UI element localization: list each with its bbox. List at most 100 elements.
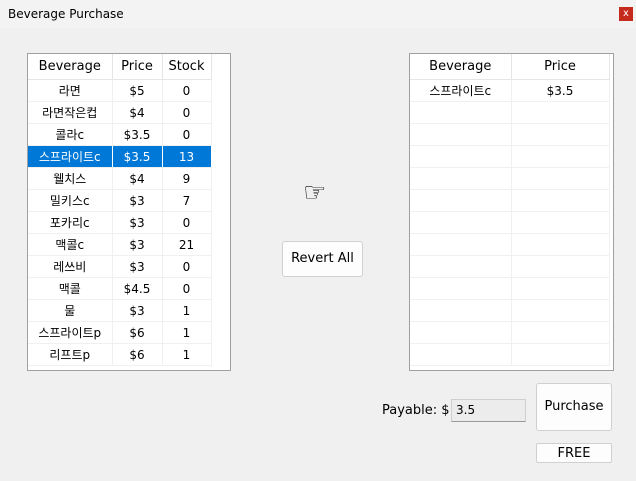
table-row[interactable] [410, 299, 610, 322]
beverage-cell[interactable] [410, 277, 512, 300]
beverage-cell[interactable] [410, 101, 512, 124]
column-header-stock[interactable]: Stock [162, 54, 212, 80]
beverage-cell[interactable] [410, 255, 512, 278]
beverage-cell[interactable]: 밀키스c [28, 189, 113, 212]
stock-cell[interactable]: 1 [162, 321, 212, 344]
table-row[interactable]: 레쓰비 $3 0 [28, 255, 212, 278]
price-cell[interactable]: $3 [112, 255, 163, 278]
table-row[interactable]: 스프라이트c $3.5 [410, 79, 610, 102]
beverage-cell[interactable] [410, 211, 512, 234]
beverage-cell[interactable]: 스프라이트p [28, 321, 113, 344]
table-row[interactable] [410, 277, 610, 300]
stock-cell[interactable]: 0 [162, 79, 212, 102]
stock-cell[interactable]: 1 [162, 299, 212, 322]
column-header-beverage[interactable]: Beverage [410, 54, 512, 80]
revert-all-button[interactable]: Revert All [282, 241, 363, 277]
table-row[interactable]: 콜라c $3.5 0 [28, 123, 212, 146]
price-cell[interactable] [511, 167, 610, 190]
beverage-cell[interactable] [410, 343, 512, 366]
table-row[interactable] [410, 167, 610, 190]
stock-cell[interactable]: 0 [162, 101, 212, 124]
price-cell[interactable]: $4 [112, 101, 163, 124]
table-row[interactable]: 웰치스 $4 9 [28, 167, 212, 190]
price-cell[interactable] [511, 123, 610, 146]
beverage-cell[interactable]: 포카리c [28, 211, 113, 234]
table-row[interactable] [410, 101, 610, 124]
table-row[interactable] [410, 123, 610, 146]
table-row[interactable]: 라면 $5 0 [28, 79, 212, 102]
stock-cell[interactable]: 0 [162, 211, 212, 234]
price-cell[interactable]: $4.5 [112, 277, 163, 300]
stock-cell[interactable]: 13 [162, 145, 212, 168]
table-row[interactable]: 라면작은컵 $4 0 [28, 101, 212, 124]
table-row[interactable] [410, 145, 610, 168]
beverage-cell[interactable]: 스프라이트c [410, 79, 512, 102]
table-row[interactable] [410, 189, 610, 212]
beverage-cell[interactable]: 레쓰비 [28, 255, 113, 278]
price-cell[interactable] [511, 321, 610, 344]
price-cell[interactable] [511, 255, 610, 278]
beverage-cell[interactable] [410, 299, 512, 322]
price-cell[interactable]: $4 [112, 167, 163, 190]
price-cell[interactable] [511, 233, 610, 256]
free-button[interactable]: FREE [536, 443, 612, 463]
price-cell[interactable] [511, 189, 610, 212]
stock-cell[interactable]: 1 [162, 343, 212, 366]
beverage-cell[interactable] [410, 189, 512, 212]
table-row[interactable] [410, 233, 610, 256]
table-row[interactable]: 스프라이트p $6 1 [28, 321, 212, 344]
inventory-grid[interactable]: Beverage Price Stock 라면 $5 0 라면작은컵 $4 0 콜라c $3.… [27, 53, 231, 371]
beverage-cell[interactable] [410, 123, 512, 146]
table-row[interactable]: 리프트p $6 1 [28, 343, 212, 366]
table-row[interactable]: 스프라이트c $3.5 13 [28, 145, 212, 168]
column-header-price[interactable]: Price [112, 54, 163, 80]
column-header-price[interactable]: Price [511, 54, 610, 80]
beverage-cell[interactable]: 라면 [28, 79, 113, 102]
table-row[interactable] [410, 255, 610, 278]
beverage-cell[interactable]: 물 [28, 299, 113, 322]
price-cell[interactable] [511, 101, 610, 124]
stock-cell[interactable]: 0 [162, 277, 212, 300]
column-header-beverage[interactable]: Beverage [28, 54, 113, 80]
price-cell[interactable] [511, 343, 610, 366]
stock-cell[interactable]: 9 [162, 167, 212, 190]
table-row[interactable]: 포카리c $3 0 [28, 211, 212, 234]
table-row[interactable]: 맥콜c $3 21 [28, 233, 212, 256]
cart-grid[interactable]: Beverage Price 스프라이트c $3.5 [409, 53, 614, 371]
stock-cell[interactable]: 21 [162, 233, 212, 256]
beverage-cell[interactable] [410, 321, 512, 344]
price-cell[interactable]: $3.5 [112, 145, 163, 168]
stock-cell[interactable]: 0 [162, 255, 212, 278]
beverage-cell[interactable]: 스프라이트c [28, 145, 113, 168]
table-row[interactable]: 밀키스c $3 7 [28, 189, 212, 212]
beverage-cell[interactable]: 라면작은컵 [28, 101, 113, 124]
price-cell[interactable]: $3.5 [511, 79, 610, 102]
price-cell[interactable]: $6 [112, 321, 163, 344]
price-cell[interactable] [511, 145, 610, 168]
beverage-cell[interactable]: 리프트p [28, 343, 113, 366]
price-cell[interactable]: $3 [112, 211, 163, 234]
table-row[interactable] [410, 321, 610, 344]
price-cell[interactable] [511, 277, 610, 300]
price-cell[interactable] [511, 299, 610, 322]
price-cell[interactable] [511, 211, 610, 234]
beverage-cell[interactable] [410, 145, 512, 168]
price-cell[interactable]: $3 [112, 233, 163, 256]
stock-cell[interactable]: 0 [162, 123, 212, 146]
price-cell[interactable]: $3 [112, 299, 163, 322]
purchase-button[interactable]: Purchase [536, 383, 612, 431]
beverage-cell[interactable]: 콜라c [28, 123, 113, 146]
beverage-cell[interactable]: 맥콜 [28, 277, 113, 300]
price-cell[interactable]: $6 [112, 343, 163, 366]
price-cell[interactable]: $3.5 [112, 123, 163, 146]
table-row[interactable] [410, 343, 610, 366]
table-row[interactable]: 물 $3 1 [28, 299, 212, 322]
beverage-cell[interactable]: 맥콜c [28, 233, 113, 256]
price-cell[interactable]: $5 [112, 79, 163, 102]
table-row[interactable]: 맥콜 $4.5 0 [28, 277, 212, 300]
price-cell[interactable]: $3 [112, 189, 163, 212]
table-row[interactable] [410, 211, 610, 234]
close-button[interactable]: x [619, 7, 633, 21]
beverage-cell[interactable]: 웰치스 [28, 167, 113, 190]
beverage-cell[interactable] [410, 167, 512, 190]
